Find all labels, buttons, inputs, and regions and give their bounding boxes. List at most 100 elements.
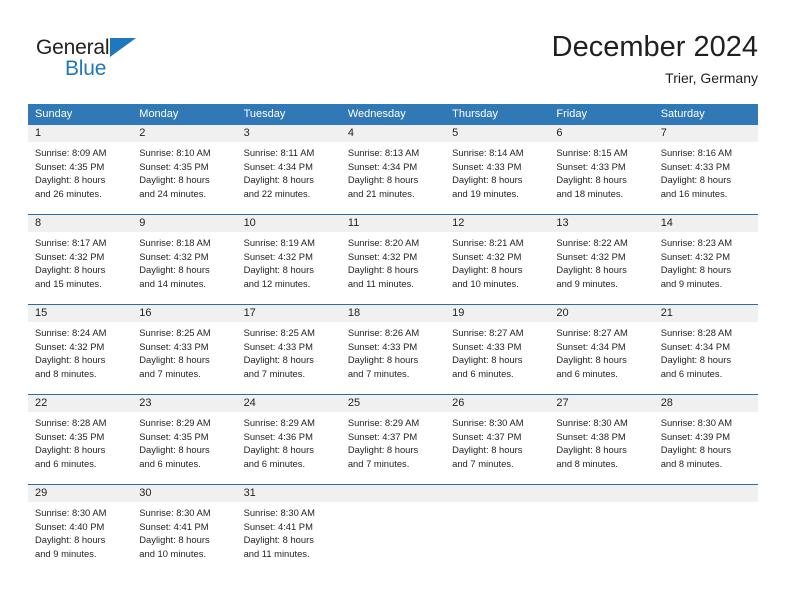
day-cell[interactable]: 30 Sunrise: 8:30 AM Sunset: 4:41 PM Dayligh… — [132, 485, 237, 574]
daylight-text-line1: Daylight: 8 hours — [139, 444, 210, 455]
day-info: Sunrise: 8:09 AM Sunset: 4:35 PM Daylight:… — [28, 142, 132, 200]
day-number-band: 27 — [549, 395, 654, 412]
sunrise-text: Sunrise: 8:29 AM — [347, 417, 420, 428]
sunset-text: Sunset: 4:34 PM — [660, 340, 730, 352]
day-info — [445, 502, 549, 506]
daylight-text-line1: Daylight: 8 hours — [452, 444, 523, 455]
day-cell[interactable]: 23 Sunrise: 8:29 AM Sunset: 4:35 PM Dayligh… — [132, 395, 237, 484]
day-cell[interactable]: 9 Sunrise: 8:18 AM Sunset: 4:32 PM Daylight… — [132, 215, 237, 304]
day-cell[interactable]: 14 Sunrise: 8:23 AM Sunset: 4:32 PM Dayligh… — [653, 215, 758, 304]
sunrise-text: Sunrise: 8:15 AM — [556, 147, 628, 158]
day-cell[interactable]: 2 Sunrise: 8:10 AM Sunset: 4:35 PM Daylight… — [132, 125, 237, 214]
day-cell[interactable]: 27 Sunrise: 8:30 AM Sunset: 4:38 PM Dayligh… — [549, 395, 654, 484]
day-cell[interactable]: 3 Sunrise: 8:11 AM Sunset: 4:34 PM Daylight… — [236, 125, 341, 214]
daylight-text-line1: Daylight: 8 hours — [347, 354, 419, 365]
day-number: 22 — [35, 397, 48, 409]
sunset-text: Sunset: 4:33 PM — [556, 160, 626, 172]
sunset-text: Sunset: 4:33 PM — [347, 340, 418, 352]
day-number-band: 8 — [28, 215, 133, 232]
daylight-text-line2: and 7 minutes. — [347, 457, 410, 469]
logo-triangle-icon — [110, 38, 136, 57]
day-number: 15 — [35, 307, 48, 319]
day-cell[interactable]: 11 Sunrise: 8:20 AM Sunset: 4:32 PM Dayligh… — [340, 215, 446, 304]
day-cell[interactable]: 10 Sunrise: 8:19 AM Sunset: 4:32 PM Dayligh… — [236, 215, 341, 304]
day-cell[interactable]: 6 Sunrise: 8:15 AM Sunset: 4:33 PM Daylight… — [549, 125, 654, 214]
day-info: Sunrise: 8:22 AM Sunset: 4:32 PM Daylight:… — [549, 232, 653, 290]
day-number-band: 21 — [653, 305, 758, 322]
day-cell[interactable]: 17 Sunrise: 8:25 AM Sunset: 4:33 PM Dayligh… — [236, 305, 341, 394]
day-number-band: 28 — [653, 395, 758, 412]
sunrise-text: Sunrise: 8:28 AM — [35, 417, 107, 428]
daylight-text-line1: Daylight: 8 hours — [139, 354, 210, 365]
day-number: 30 — [139, 487, 152, 499]
day-cell[interactable]: 5 Sunrise: 8:14 AM Sunset: 4:33 PM Daylight… — [445, 125, 550, 214]
weekday-header-row: Sunday Monday Tuesday Wednesday Thursday… — [28, 104, 758, 125]
day-cell[interactable]: 21 Sunrise: 8:28 AM Sunset: 4:34 PM Dayligh… — [653, 305, 758, 394]
daylight-text-line1: Daylight: 8 hours — [660, 444, 732, 455]
day-cell[interactable]: 22 Sunrise: 8:28 AM Sunset: 4:35 PM Dayligh… — [28, 395, 133, 484]
day-number-band: 1 — [28, 125, 133, 142]
sunset-text: Sunset: 4:37 PM — [347, 430, 418, 442]
day-number-band: 29 — [28, 485, 133, 502]
general-blue-logo[interactable]: General Blue — [36, 36, 156, 82]
day-cell[interactable]: 7 Sunrise: 8:16 AM Sunset: 4:33 PM Daylight… — [653, 125, 758, 214]
day-number: 16 — [139, 307, 152, 319]
day-cell[interactable]: 25 Sunrise: 8:29 AM Sunset: 4:37 PM Dayligh… — [340, 395, 446, 484]
weekday-header-tuesday: Tuesday — [243, 108, 286, 120]
sunset-text: Sunset: 4:32 PM — [35, 250, 105, 262]
daylight-text-line2: and 7 minutes. — [139, 367, 201, 379]
sunrise-text: Sunrise: 8:27 AM — [452, 327, 524, 338]
sunset-text: Sunset: 4:34 PM — [347, 160, 418, 172]
daylight-text-line1: Daylight: 8 hours — [35, 264, 106, 275]
sunrise-text: Sunrise: 8:30 AM — [243, 507, 315, 518]
sunset-text: Sunset: 4:36 PM — [243, 430, 313, 442]
sunrise-text: Sunrise: 8:30 AM — [452, 417, 524, 428]
day-number: 10 — [243, 217, 256, 229]
week-row: 1 Sunrise: 8:09 AM Sunset: 4:35 PM Daylight… — [28, 125, 758, 214]
day-cell[interactable]: 26 Sunrise: 8:30 AM Sunset: 4:37 PM Dayligh… — [445, 395, 550, 484]
day-number-band: 17 — [236, 305, 341, 322]
day-cell[interactable]: 24 Sunrise: 8:29 AM Sunset: 4:36 PM Dayligh… — [236, 395, 341, 484]
daylight-text-line1: Daylight: 8 hours — [556, 174, 627, 185]
day-number: 2 — [139, 127, 146, 139]
day-cell[interactable]: 31 Sunrise: 8:30 AM Sunset: 4:41 PM Dayligh… — [236, 485, 341, 574]
sunset-text: Sunset: 4:33 PM — [660, 160, 730, 172]
sunrise-text: Sunrise: 8:17 AM — [35, 237, 107, 248]
day-info: Sunrise: 8:20 AM Sunset: 4:32 PM Daylight:… — [341, 232, 445, 290]
page-header: General Blue December 2024 Trier, German… — [0, 0, 792, 100]
day-number: 11 — [347, 217, 360, 229]
daylight-text-line1: Daylight: 8 hours — [243, 444, 314, 455]
daylight-text-line1: Daylight: 8 hours — [35, 534, 106, 545]
day-number-band: 25 — [340, 395, 446, 412]
day-info — [654, 502, 758, 506]
day-number: 1 — [35, 127, 42, 139]
day-cell[interactable]: 29 Sunrise: 8:30 AM Sunset: 4:40 PM Dayligh… — [28, 485, 133, 574]
sunrise-text: Sunrise: 8:29 AM — [243, 417, 315, 428]
day-cell[interactable]: 12 Sunrise: 8:21 AM Sunset: 4:32 PM Dayligh… — [445, 215, 550, 304]
day-cell[interactable]: 28 Sunrise: 8:30 AM Sunset: 4:39 PM Dayligh… — [653, 395, 758, 484]
day-cell[interactable]: 20 Sunrise: 8:27 AM Sunset: 4:34 PM Dayligh… — [549, 305, 654, 394]
day-cell[interactable]: 16 Sunrise: 8:25 AM Sunset: 4:33 PM Dayligh… — [132, 305, 237, 394]
day-cell[interactable]: 15 Sunrise: 8:24 AM Sunset: 4:32 PM Dayligh… — [28, 305, 133, 394]
sunrise-text: Sunrise: 8:10 AM — [139, 147, 211, 158]
day-info: Sunrise: 8:13 AM Sunset: 4:34 PM Daylight:… — [341, 142, 445, 200]
day-cell[interactable]: 1 Sunrise: 8:09 AM Sunset: 4:35 PM Daylight… — [28, 125, 133, 214]
day-cell[interactable]: 18 Sunrise: 8:26 AM Sunset: 4:33 PM Dayligh… — [340, 305, 446, 394]
week-row: 29 Sunrise: 8:30 AM Sunset: 4:40 PM Dayligh… — [28, 484, 758, 574]
day-cell[interactable]: 4 Sunrise: 8:13 AM Sunset: 4:34 PM Daylight… — [340, 125, 446, 214]
day-cell-empty — [653, 485, 758, 574]
daylight-text-line1: Daylight: 8 hours — [243, 534, 314, 545]
day-cell[interactable]: 19 Sunrise: 8:27 AM Sunset: 4:33 PM Dayligh… — [445, 305, 550, 394]
day-number-band: 12 — [445, 215, 550, 232]
day-number: 29 — [35, 487, 48, 499]
day-number: 8 — [35, 217, 42, 229]
daylight-text-line2: and 6 minutes. — [556, 367, 618, 379]
daylight-text-line2: and 14 minutes. — [139, 277, 206, 289]
day-cell[interactable]: 8 Sunrise: 8:17 AM Sunset: 4:32 PM Daylight… — [28, 215, 133, 304]
sunrise-text: Sunrise: 8:30 AM — [556, 417, 628, 428]
daylight-text-line2: and 8 minutes. — [35, 367, 97, 379]
weekday-header-monday: Monday — [139, 108, 179, 120]
day-info: Sunrise: 8:18 AM Sunset: 4:32 PM Daylight:… — [132, 232, 236, 290]
day-info: Sunrise: 8:24 AM Sunset: 4:32 PM Daylight:… — [28, 322, 132, 380]
day-cell[interactable]: 13 Sunrise: 8:22 AM Sunset: 4:32 PM Dayligh… — [549, 215, 654, 304]
